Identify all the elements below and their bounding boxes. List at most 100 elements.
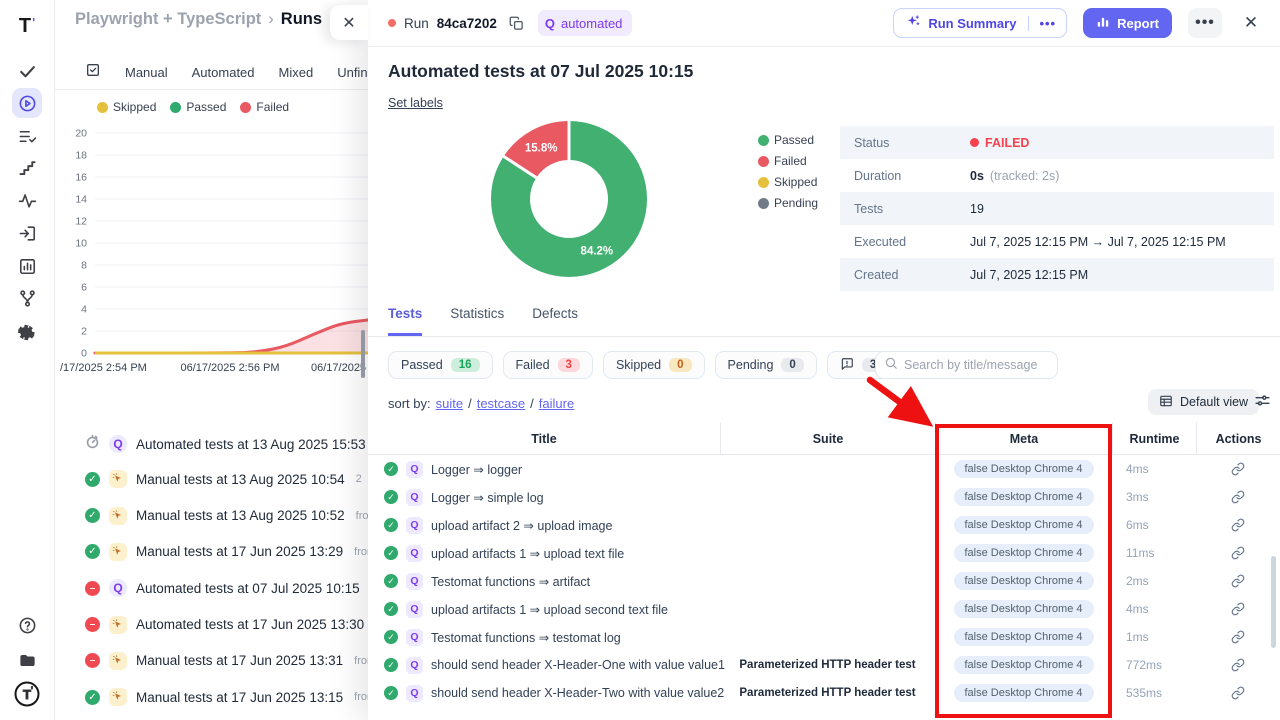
test-row[interactable]: ✓QTestomat functions ⇒ testomat logfalse… <box>368 623 1280 651</box>
donut-legend: PassedFailedSkippedPending <box>758 133 818 217</box>
test-link-icon[interactable] <box>1196 651 1280 679</box>
run-list-item[interactable]: –Automated tests at 17 Jun 2025 13:30 <box>85 616 364 634</box>
test-link-icon[interactable] <box>1196 539 1280 567</box>
run-summary-more-button[interactable]: ••• <box>1028 16 1066 31</box>
default-view-button[interactable]: Default view <box>1148 389 1259 415</box>
run-list-item[interactable]: ✓Manual tests at 17 Jun 2025 13:29fron <box>85 543 368 561</box>
filter-chip-passed[interactable]: Passed16 <box>388 351 493 379</box>
test-title[interactable]: upload artifacts 1 ⇒ upload text file <box>431 546 624 561</box>
test-row[interactable]: ✓Qshould send header X-Header-Two with v… <box>368 679 1280 707</box>
branch-icon[interactable] <box>12 283 42 313</box>
page-scrollbar-thumb[interactable] <box>361 330 365 378</box>
test-row[interactable]: ✓QLogger ⇒ simple logfalse Desktop Chrom… <box>368 483 1280 511</box>
column-header-actions[interactable]: Actions <box>1196 422 1280 455</box>
failed-minus-icon: – <box>85 581 100 596</box>
test-title[interactable]: Testomat functions ⇒ artifact <box>431 574 590 589</box>
automated-q-icon: Q <box>109 579 127 597</box>
tab-tests[interactable]: Tests <box>388 306 422 336</box>
folder-icon[interactable] <box>12 645 42 675</box>
run-type-badge[interactable]: Q automated <box>538 10 633 36</box>
test-title-cell: ✓QLogger ⇒ simple log <box>384 483 544 511</box>
run-summary-button[interactable]: Run Summary ••• <box>893 8 1067 38</box>
close-icon: ✕ <box>342 13 355 33</box>
list-check-icon[interactable] <box>12 121 42 151</box>
test-title[interactable]: Testomat functions ⇒ testomat log <box>431 630 621 645</box>
donut-legend-skipped: Skipped <box>758 175 818 189</box>
test-title-cell: ✓Qshould send header X-Header-One with v… <box>384 651 725 679</box>
check-icon[interactable] <box>12 56 42 86</box>
column-header-suite[interactable]: Suite <box>720 422 935 455</box>
test-title[interactable]: Logger ⇒ simple log <box>431 490 544 505</box>
panel-close-button[interactable]: ✕ <box>1236 8 1266 38</box>
run-list-item[interactable]: ✓Manual tests at 13 Aug 2025 10:52fro <box>85 507 368 525</box>
help-icon[interactable] <box>12 610 42 640</box>
run-list-item[interactable]: QAutomated tests at 13 Aug 2025 15:53 <box>85 434 366 454</box>
test-row[interactable]: ✓QLogger ⇒ loggerfalse Desktop Chrome 44… <box>368 455 1280 483</box>
sort-link-testcase[interactable]: testcase <box>477 396 525 411</box>
tab-defects[interactable]: Defects <box>532 306 578 336</box>
tab-statistics[interactable]: Statistics <box>450 306 504 336</box>
test-link-icon[interactable] <box>1196 483 1280 511</box>
stairs-icon[interactable] <box>12 153 42 183</box>
run-info-table: StatusFAILEDDuration0s (tracked: 2s)Test… <box>840 126 1274 291</box>
filter-chip-skipped[interactable]: Skipped0 <box>603 351 705 379</box>
info-value: Jul 7, 2025 12:15 PM → Jul 7, 2025 12:15… <box>970 235 1226 249</box>
test-title[interactable]: upload artifacts 1 ⇒ upload second text … <box>431 602 668 617</box>
test-link-icon[interactable] <box>1196 511 1280 539</box>
test-title[interactable]: should send header X-Header-Two with val… <box>431 686 724 700</box>
run-detail-panel: ✕ Run 84ca7202 Q automated Run Summary •… <box>368 0 1280 720</box>
filter-chip-failed[interactable]: Failed3 <box>503 351 593 379</box>
more-options-button[interactable]: ••• <box>1188 8 1222 38</box>
avatar-t[interactable]: T' <box>12 679 42 709</box>
run-list-item[interactable]: ✓Manual tests at 13 Aug 2025 10:542 <box>85 470 362 488</box>
column-header-meta[interactable]: Meta <box>935 422 1112 455</box>
app-logo[interactable]: T' <box>12 11 42 41</box>
play-circle-icon[interactable] <box>12 88 42 118</box>
meta-pill: false Desktop Chrome 4 <box>954 544 1094 562</box>
sort-link-failure[interactable]: failure <box>539 396 574 411</box>
gear-icon[interactable] <box>12 316 42 346</box>
test-title[interactable]: Logger ⇒ logger <box>431 462 522 477</box>
run-list-item[interactable]: ✓Manual tests at 17 Jun 2025 13:15from <box>85 688 368 706</box>
run-list-item[interactable]: –QAutomated tests at 07 Jul 2025 10:15 <box>85 579 360 597</box>
test-runtime-cell: 3ms <box>1126 483 1196 511</box>
test-row[interactable]: ✓QTestomat functions ⇒ artifactfalse Des… <box>368 567 1280 595</box>
bar-chart-icon[interactable] <box>12 251 42 281</box>
test-row[interactable]: ✓Qupload artifact 2 ⇒ upload imagefalse … <box>368 511 1280 539</box>
column-header-runtime[interactable]: Runtime <box>1112 422 1196 455</box>
test-link-icon[interactable] <box>1196 595 1280 623</box>
test-link-icon[interactable] <box>1196 623 1280 651</box>
test-meta-cell: false Desktop Chrome 4 <box>935 511 1112 539</box>
test-title[interactable]: upload artifact 2 ⇒ upload image <box>431 518 612 533</box>
panel-scrollbar-thumb[interactable] <box>1271 556 1276 648</box>
status-filter-chips: Passed16 Failed3 Skipped0 Pending0 3 <box>388 351 897 379</box>
filter-chip-pending[interactable]: Pending0 <box>715 351 817 379</box>
activity-icon[interactable] <box>12 185 42 215</box>
panel-close-tab[interactable]: ✕ <box>330 5 368 40</box>
copy-icon[interactable] <box>509 16 524 31</box>
run-list-item[interactable]: –Manual tests at 17 Jun 2025 13:31from <box>85 652 368 670</box>
test-row[interactable]: ✓Qupload artifacts 1 ⇒ upload text filef… <box>368 539 1280 567</box>
legend-dot <box>758 177 769 188</box>
test-row[interactable]: ✓Qshould send header X-Header-One with v… <box>368 651 1280 679</box>
test-link-icon[interactable] <box>1196 567 1280 595</box>
sort-by-row: sort by: suite/testcase/failure <box>388 396 574 411</box>
test-row[interactable]: ✓Qupload artifacts 1 ⇒ upload second tex… <box>368 595 1280 623</box>
test-link-icon[interactable] <box>1196 679 1280 707</box>
set-labels-link[interactable]: Set labels <box>388 96 443 110</box>
sort-link-suite[interactable]: suite <box>436 396 463 411</box>
test-title[interactable]: should send header X-Header-One with val… <box>431 658 725 672</box>
column-header-title[interactable]: Title <box>368 422 720 455</box>
default-view-label: Default view <box>1180 395 1248 409</box>
column-settings-icon[interactable] <box>1254 392 1271 414</box>
search-input[interactable] <box>904 358 1049 372</box>
passed-check-icon: ✓ <box>85 508 100 523</box>
info-label: Created <box>840 268 970 282</box>
sign-in-icon[interactable] <box>12 218 42 248</box>
run-item-title: Automated tests at 13 Aug 2025 15:53 <box>136 437 366 452</box>
report-label: Report <box>1117 16 1159 31</box>
filter-chip-count: 3 <box>558 358 580 372</box>
report-button[interactable]: Report <box>1083 8 1172 38</box>
test-link-icon[interactable] <box>1196 455 1280 483</box>
info-row-tests: Tests19 <box>840 192 1274 225</box>
